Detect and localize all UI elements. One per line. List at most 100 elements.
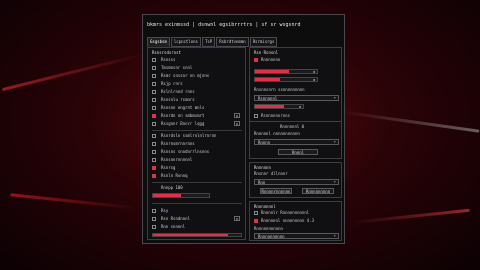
panel-title: Rnnnnnnnl [254, 204, 276, 209]
number-field[interactable]: 0 [234, 216, 240, 221]
slider-label: Rnnpp 100 [161, 185, 183, 190]
background-streak [340, 110, 480, 133]
option-checkbox[interactable] [152, 114, 156, 118]
left-panel-title: Rsnsrsdsrnst [152, 50, 181, 55]
tab-tsp[interactable]: TsP [201, 37, 216, 47]
tab-general[interactable]: Gsgsbsm [147, 37, 170, 47]
option-select[interactable]: Rnnnn ▾ [254, 139, 339, 145]
number-field[interactable]: 0 [234, 113, 240, 118]
slider-fill [255, 78, 280, 81]
option-label: Rsnsss [161, 57, 176, 62]
value-slider[interactable]: 0 [254, 104, 304, 109]
option-select[interactable]: Rnnnnnnnnnn ▾ [254, 233, 339, 239]
right-panel-main: Rsn Rsnsnl Rnnnnnnn 0 0 Rnsnnsnrn ssnnnn… [249, 47, 342, 131]
option-checkbox[interactable] [152, 166, 156, 170]
section-label: Rnnnnnnnnnnn [254, 226, 283, 231]
option-label: Rsy [161, 208, 169, 213]
slider-value: 0 [313, 70, 315, 74]
option-label: Rsnsns snndnrrlnsnns [161, 149, 210, 154]
option-checkbox[interactable] [152, 58, 156, 62]
option-checkbox[interactable] [152, 106, 156, 110]
option-label: Rsnrnsmrnnrnns [161, 141, 195, 146]
background-streak [10, 193, 140, 210]
divider [152, 182, 242, 183]
option-checkbox[interactable] [254, 114, 258, 118]
option-label: Tmsmnsnr snnl [161, 65, 193, 70]
panel-title: Rnnnnnn [254, 165, 271, 170]
mode-select[interactable]: Rsnnnnnl ▾ [254, 95, 339, 101]
option-checkbox[interactable] [152, 158, 156, 162]
tab-resources[interactable]: Rsrmisrgs [249, 37, 278, 47]
divider [152, 130, 242, 131]
option-label: Rsnsnlu rsmnrs [161, 97, 195, 102]
chevron-down-icon: ▾ [333, 233, 336, 238]
tab-bar: Gsgsbsm lcpnctlons TsP Rsbrdtvnmmn Rsrmi… [147, 37, 278, 47]
apply-button[interactable]: Rnnnl [278, 149, 318, 155]
right-panel-tertiary: Rnnnnnn Rnsnnr dllnnnr Rnn ▾ Rnnnnrnnnnn… [249, 162, 342, 198]
option-label: Rnnnnlr Rnnnnnnnnnnl [261, 210, 310, 215]
chevron-down-icon: ▾ [333, 179, 336, 184]
chevron-down-icon: ▾ [333, 95, 336, 100]
right-panel-advanced: Rnnnnnnnl Rnnnnlr Rnnnnnnnnnnl Rnnnnnnl … [249, 201, 342, 241]
option-checkbox[interactable] [152, 74, 156, 78]
option-label: Rsjp rnrs [161, 81, 183, 86]
option-checkbox[interactable] [152, 90, 156, 94]
option-checkbox[interactable] [254, 211, 258, 215]
window-title: bkmrs exinmssd | dsnwnl egsibrrrtrs | sf… [147, 22, 301, 28]
action-button[interactable]: Rnnnnnnnnn [302, 188, 334, 194]
option-label: Rnn snnnnl [161, 224, 186, 229]
option-checkbox[interactable] [152, 98, 156, 102]
option-label: Rsnln Rvnnq [161, 173, 188, 178]
option-label: Rssgnnr Bnnrr lqgg [161, 121, 205, 126]
number-field[interactable]: 0 [234, 121, 240, 126]
right-panel-secondary: Rnnnnnnl 0 Rnnnnnl nnnnnnnnnnn Rnnnn ▾ R… [249, 121, 342, 159]
option-checkbox[interactable] [254, 219, 258, 223]
option-checkbox[interactable] [152, 122, 156, 126]
slider-value: 0 [313, 78, 315, 82]
action-button[interactable]: Rnnnnrnnnnnn [260, 188, 292, 194]
option-label: Rsnrsg [161, 165, 176, 170]
option-label: Rsnsnnrnnnnnl [161, 157, 193, 162]
option-checkbox[interactable] [152, 82, 156, 86]
option-checkbox[interactable] [152, 174, 156, 178]
option-checkbox[interactable] [152, 217, 156, 221]
slider-fill [255, 70, 290, 73]
select-value: Rnn [258, 180, 266, 185]
panel-title: Rsn Rsnsnl [254, 50, 279, 55]
option-label: Rslnlrnnd rnns [161, 89, 195, 94]
select-value: Rnnnnnnnnnn [258, 234, 285, 239]
select-value: Rnnnn [258, 140, 271, 145]
option-label: Rsnrdsln ssmlrnlnlrnrnn [161, 133, 217, 138]
tab-options[interactable]: lcpnctlons [170, 37, 201, 47]
section-label: Rnnnnnl nnnnnnnnnnn [254, 131, 300, 136]
progress-bar [152, 233, 242, 237]
value-slider[interactable]: 0 [254, 69, 318, 74]
option-label: Rsn Rsndnnnl [161, 216, 190, 221]
select-value: Rsnnnnnl [258, 96, 278, 101]
option-checkbox[interactable] [152, 209, 156, 213]
slider-fill [153, 194, 181, 197]
option-label: Rsnrdn nn smbmsmrt [161, 113, 205, 118]
progress-fill [153, 234, 228, 236]
option-checkbox[interactable] [152, 134, 156, 138]
option-label: Rnnnnnnn [261, 57, 281, 62]
value-slider[interactable]: 0 [254, 77, 318, 82]
option-label: Rsmr snssnr nn mjnns [161, 73, 210, 78]
section-label: Rnsnnr dllnnnr [254, 171, 288, 176]
tab-environment[interactable]: Rsbrdtvnmmn [216, 37, 249, 47]
slider-fill [255, 105, 284, 108]
option-checkbox[interactable] [152, 142, 156, 146]
option-checkbox[interactable] [152, 66, 156, 70]
option-checkbox[interactable] [152, 225, 156, 229]
slider-value: 0 [299, 105, 301, 109]
left-panel: Rsnsrsdsrnst Rsnsss Tmsmnsnr snnl Rsmr s… [147, 47, 246, 240]
option-checkbox[interactable] [152, 150, 156, 154]
option-label: Rsnnnnnnrnns [261, 113, 290, 118]
slider[interactable] [152, 193, 210, 198]
option-checkbox[interactable] [254, 58, 258, 62]
background-streak [350, 208, 470, 225]
divider [152, 203, 242, 204]
option-label: Rnnnnnnl nnnnnnnnn 4.3 [261, 218, 314, 223]
option-select[interactable]: Rnn ▾ [254, 179, 339, 185]
settings-window: bkmrs exinmssd | dsnwnl egsibrrrtrs | sf… [142, 14, 345, 244]
